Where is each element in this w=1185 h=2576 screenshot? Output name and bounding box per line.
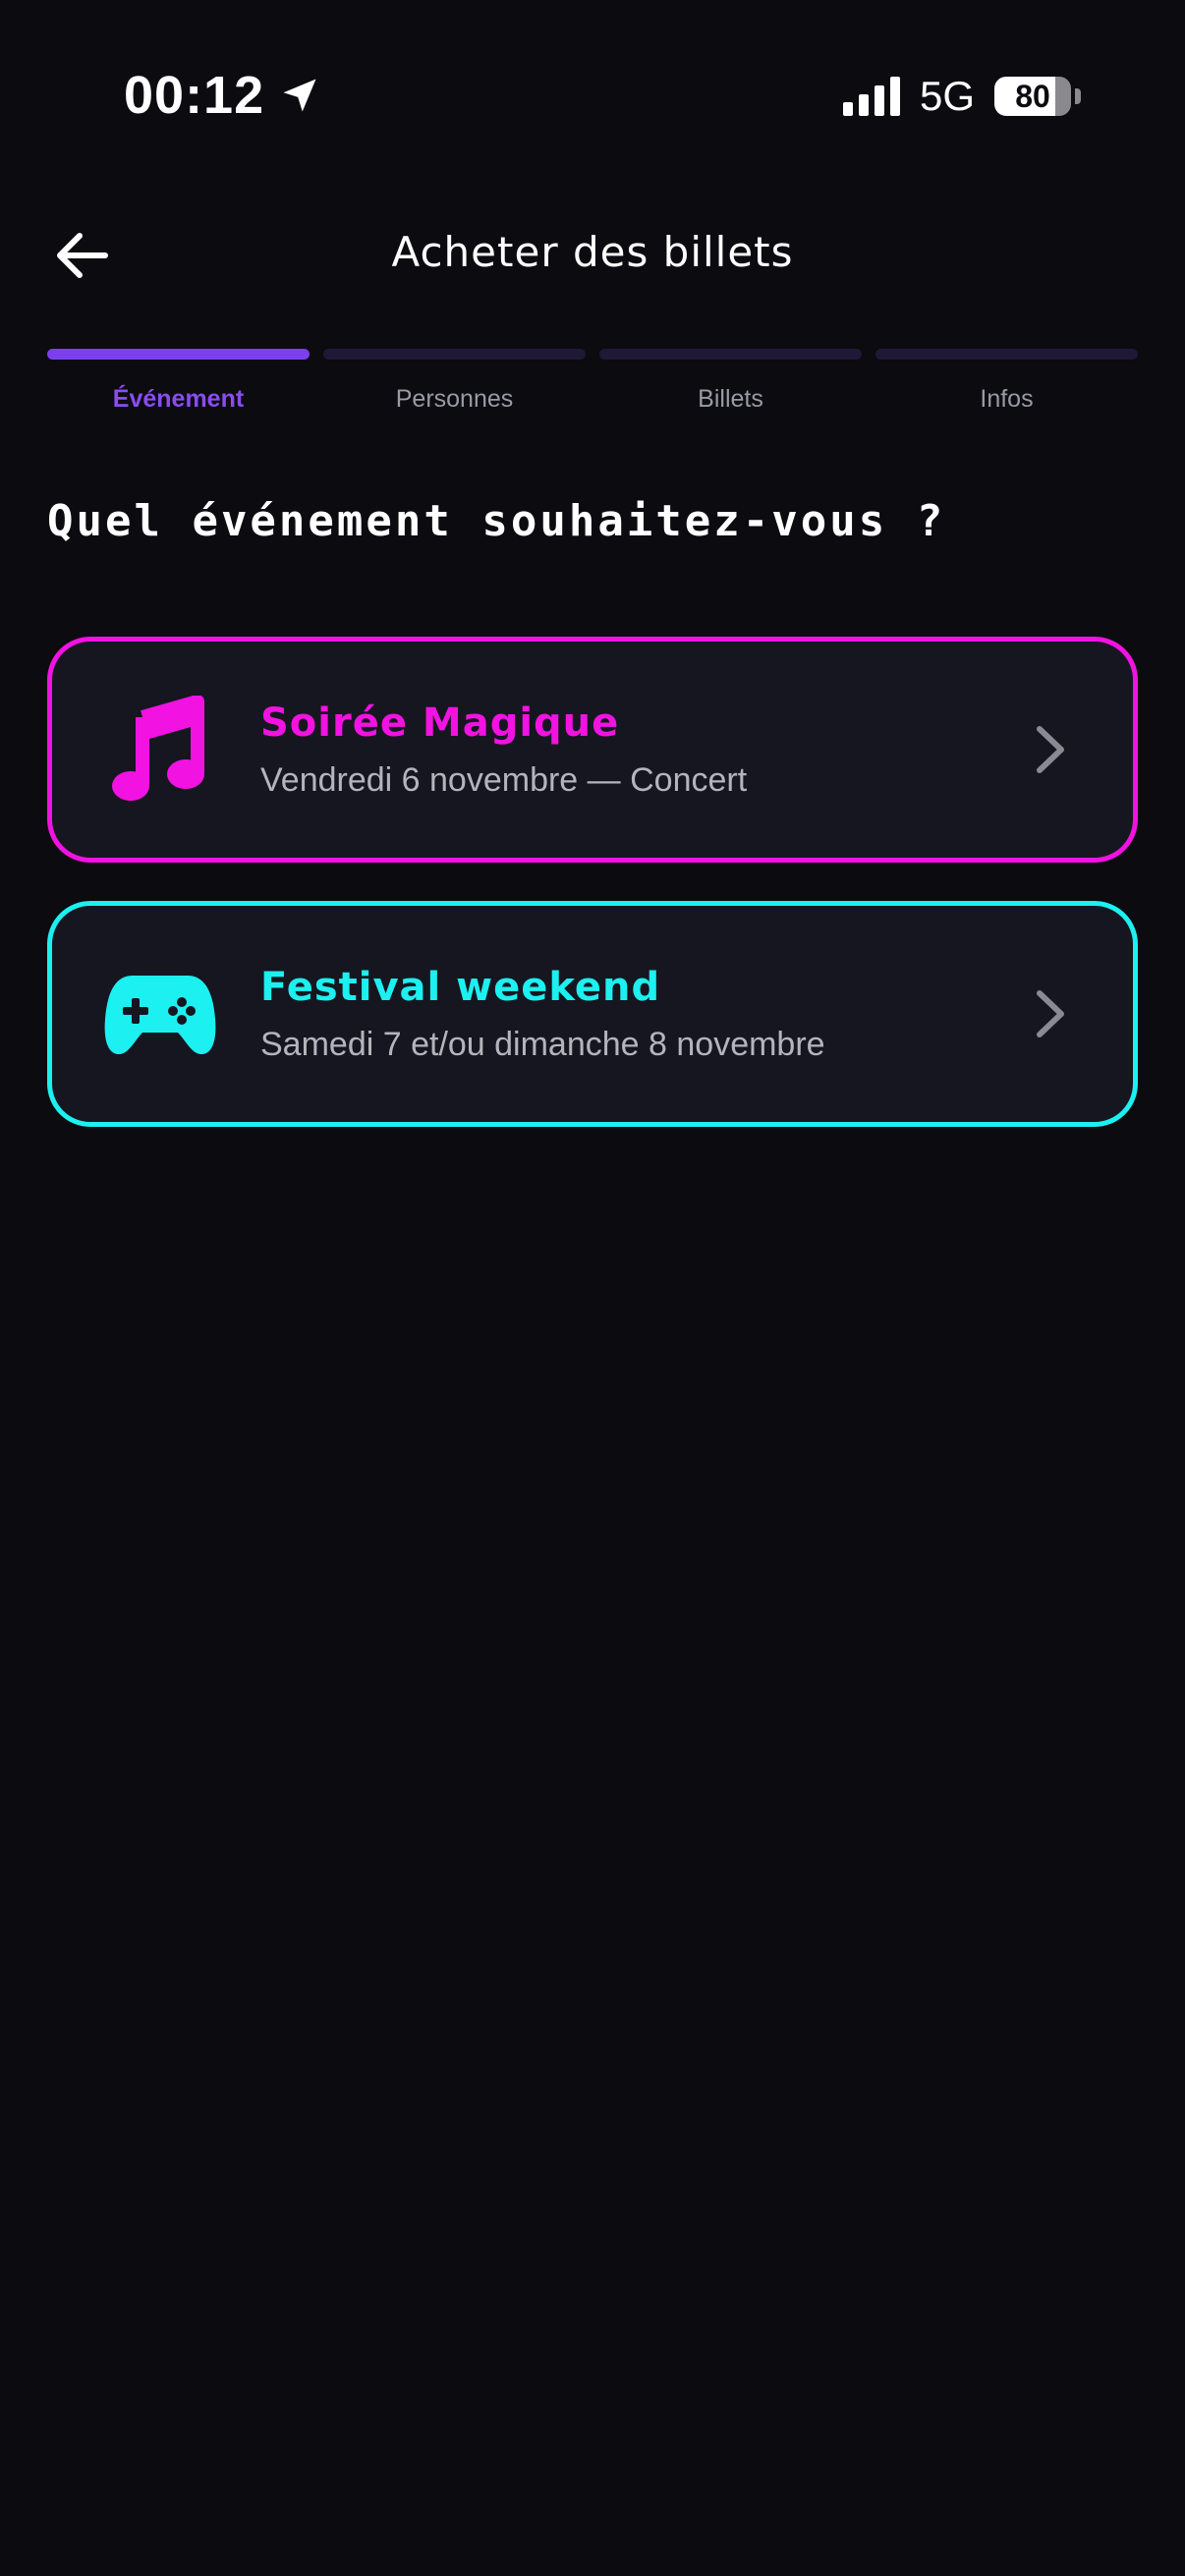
- chevron-right-icon: [1031, 984, 1070, 1043]
- step-bar: [323, 349, 586, 360]
- step-bar: [599, 349, 862, 360]
- event-title: Soirée Magique: [260, 700, 620, 746]
- step-bar: [47, 349, 310, 360]
- cellular-signal-icon: [842, 77, 900, 116]
- progress-stepper: Événement Personnes Billets Infos: [47, 349, 1138, 414]
- status-bar: 00:12 5G 80: [0, 0, 1185, 187]
- status-time-group: 00:12: [124, 65, 321, 126]
- page-title: Acheter des billets: [391, 228, 794, 276]
- battery-icon: 80: [994, 77, 1071, 116]
- step-evenement[interactable]: Événement: [47, 349, 310, 414]
- battery-percentage: 80: [1015, 78, 1050, 114]
- step-label: Personnes: [395, 385, 514, 413]
- status-time: 00:12: [124, 66, 265, 125]
- step-personnes[interactable]: Personnes: [323, 349, 586, 414]
- step-label: Événement: [112, 385, 245, 413]
- step-label: Billets: [698, 385, 763, 413]
- event-card-text: Soirée Magique Vendredi 6 novembre — Con…: [260, 700, 1031, 800]
- step-billets[interactable]: Billets: [599, 349, 862, 414]
- event-card-soiree-magique[interactable]: Soirée Magique Vendredi 6 novembre — Con…: [47, 637, 1138, 863]
- battery-tip: [1075, 88, 1081, 104]
- step-infos[interactable]: Infos: [875, 349, 1138, 414]
- event-card-festival-weekend[interactable]: Festival weekend Samedi 7 et/ou dimanche…: [47, 901, 1138, 1127]
- event-subtitle: Vendredi 6 novembre — Concert: [260, 760, 748, 799]
- step-label: Infos: [980, 385, 1034, 413]
- step-bar: [875, 349, 1138, 360]
- chevron-right-icon: [1031, 720, 1070, 779]
- question-heading: Quel événement souhaitez-vous ?: [47, 496, 946, 546]
- gamepad-icon: [101, 955, 219, 1073]
- header: Acheter des billets: [0, 206, 1185, 305]
- event-card-text: Festival weekend Samedi 7 et/ou dimanche…: [260, 965, 1031, 1064]
- event-subtitle: Samedi 7 et/ou dimanche 8 novembre: [260, 1025, 825, 1063]
- network-type: 5G: [919, 73, 975, 119]
- music-note-icon: [101, 691, 219, 809]
- location-arrow-icon: [278, 74, 321, 117]
- event-title: Festival weekend: [260, 964, 661, 1010]
- status-indicators: 5G 80: [842, 73, 1081, 120]
